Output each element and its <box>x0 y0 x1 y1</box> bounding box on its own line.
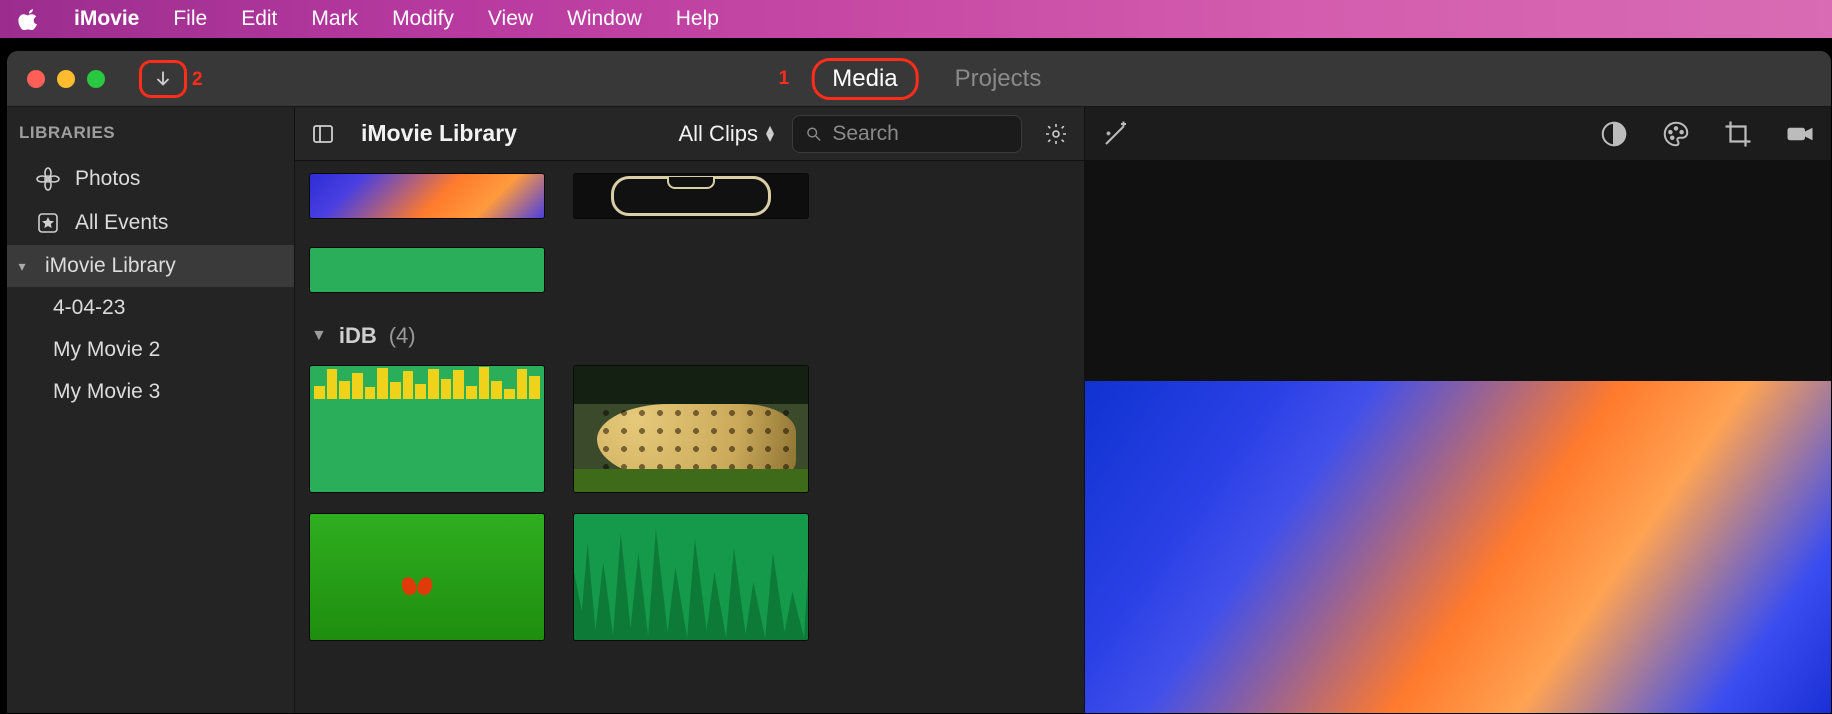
clip-thumbnail[interactable] <box>309 365 545 493</box>
disclosure-triangle-icon: ▼ <box>311 327 327 345</box>
window-traffic-lights <box>27 70 105 88</box>
menubar-item-mark[interactable]: Mark <box>311 7 358 31</box>
sidebar-event[interactable]: 4-04-23 <box>7 287 294 329</box>
tab-projects[interactable]: Projects <box>937 61 1060 97</box>
sidebar-event-label: My Movie 2 <box>53 338 160 362</box>
sidebar-item-label: Photos <box>75 167 140 191</box>
sidebar-item-all-events[interactable]: All Events <box>7 201 294 245</box>
chevron-down-icon: ▾ <box>13 258 31 275</box>
window-titlebar: 2 1 Media Projects <box>7 51 1831 107</box>
clip-filter-label: All Clips <box>679 121 758 147</box>
clips-row-group <box>303 363 1076 511</box>
clips-row-top <box>303 171 1076 311</box>
window-zoom-button[interactable] <box>87 70 105 88</box>
browser-title: iMovie Library <box>361 120 517 147</box>
event-group-count: (4) <box>389 323 416 349</box>
video-camera-icon[interactable] <box>1783 117 1817 151</box>
menubar-item-help[interactable]: Help <box>676 7 719 31</box>
event-group-header[interactable]: ▼ iDB (4) <box>303 311 1076 363</box>
browser-toolbar: iMovie Library All Clips ▴▾ <box>295 107 1084 161</box>
imovie-window: 2 1 Media Projects LIBRARIES Photos <box>6 50 1832 714</box>
tab-media[interactable]: Media <box>811 58 918 100</box>
viewer-panel <box>1085 107 1831 713</box>
preview-frame <box>1085 381 1831 713</box>
annotation-label-2: 2 <box>192 69 203 91</box>
menubar-item-window[interactable]: Window <box>567 7 642 31</box>
sidebar-item-photos[interactable]: Photos <box>7 157 294 201</box>
apple-menu-icon[interactable] <box>18 8 40 30</box>
audio-waveform-icon <box>310 366 544 399</box>
annotation-label-1: 1 <box>779 68 790 90</box>
browser-body: ▼ iDB (4) <box>295 161 1084 669</box>
star-box-icon <box>35 210 61 236</box>
main-content: LIBRARIES Photos All Events ▾ iMovi <box>7 107 1831 713</box>
event-group-name: iDB <box>339 323 377 349</box>
import-media-button[interactable]: 2 <box>139 60 187 98</box>
window-minimize-button[interactable] <box>57 70 75 88</box>
clips-row-group-2 <box>303 511 1076 659</box>
sidebar-toggle-icon[interactable] <box>307 118 339 150</box>
media-browser: iMovie Library All Clips ▴▾ <box>295 107 1085 713</box>
clip-thumbnail[interactable] <box>309 247 545 293</box>
viewer-body[interactable] <box>1085 161 1831 713</box>
palette-icon[interactable] <box>1659 117 1693 151</box>
photos-app-icon <box>35 166 61 192</box>
sidebar-item-label: All Events <box>75 211 168 235</box>
menubar-item-modify[interactable]: Modify <box>392 7 454 31</box>
clip-thumbnail[interactable] <box>573 173 809 219</box>
sidebar-library-header[interactable]: ▾ iMovie Library <box>7 245 294 287</box>
search-icon <box>805 124 822 144</box>
top-tab-switcher: 1 Media Projects <box>779 58 1060 100</box>
sidebar-event-label: My Movie 3 <box>53 380 160 404</box>
menubar-item-edit[interactable]: Edit <box>241 7 277 31</box>
libraries-sidebar: LIBRARIES Photos All Events ▾ iMovi <box>7 107 295 713</box>
sidebar-event[interactable]: My Movie 2 <box>7 329 294 371</box>
clip-thumbnail[interactable] <box>573 513 809 641</box>
butterfly-icon <box>404 577 430 599</box>
clip-thumbnail[interactable] <box>309 173 545 219</box>
clip-thumbnail[interactable] <box>309 513 545 641</box>
window-close-button[interactable] <box>27 70 45 88</box>
sidebar-heading: LIBRARIES <box>7 107 294 157</box>
macos-menubar: iMovie File Edit Mark Modify View Window… <box>0 0 1832 38</box>
menubar-app-name[interactable]: iMovie <box>74 7 139 31</box>
gear-icon[interactable] <box>1040 118 1072 150</box>
sidebar-event-label: 4-04-23 <box>53 296 125 320</box>
search-input[interactable] <box>832 122 1009 146</box>
sidebar-event[interactable]: My Movie 3 <box>7 371 294 413</box>
viewer-toolbar <box>1085 107 1831 161</box>
contrast-icon[interactable] <box>1597 117 1631 151</box>
clip-thumbnail[interactable] <box>573 365 809 493</box>
magic-wand-icon[interactable] <box>1099 117 1133 151</box>
updown-chevron-icon: ▴▾ <box>766 126 774 142</box>
clip-filter-select[interactable]: All Clips ▴▾ <box>679 121 775 147</box>
search-field[interactable] <box>792 115 1022 153</box>
menubar-item-file[interactable]: File <box>173 7 207 31</box>
menubar-item-view[interactable]: View <box>488 7 533 31</box>
sidebar-library-label: iMovie Library <box>45 254 176 278</box>
crop-icon[interactable] <box>1721 117 1755 151</box>
